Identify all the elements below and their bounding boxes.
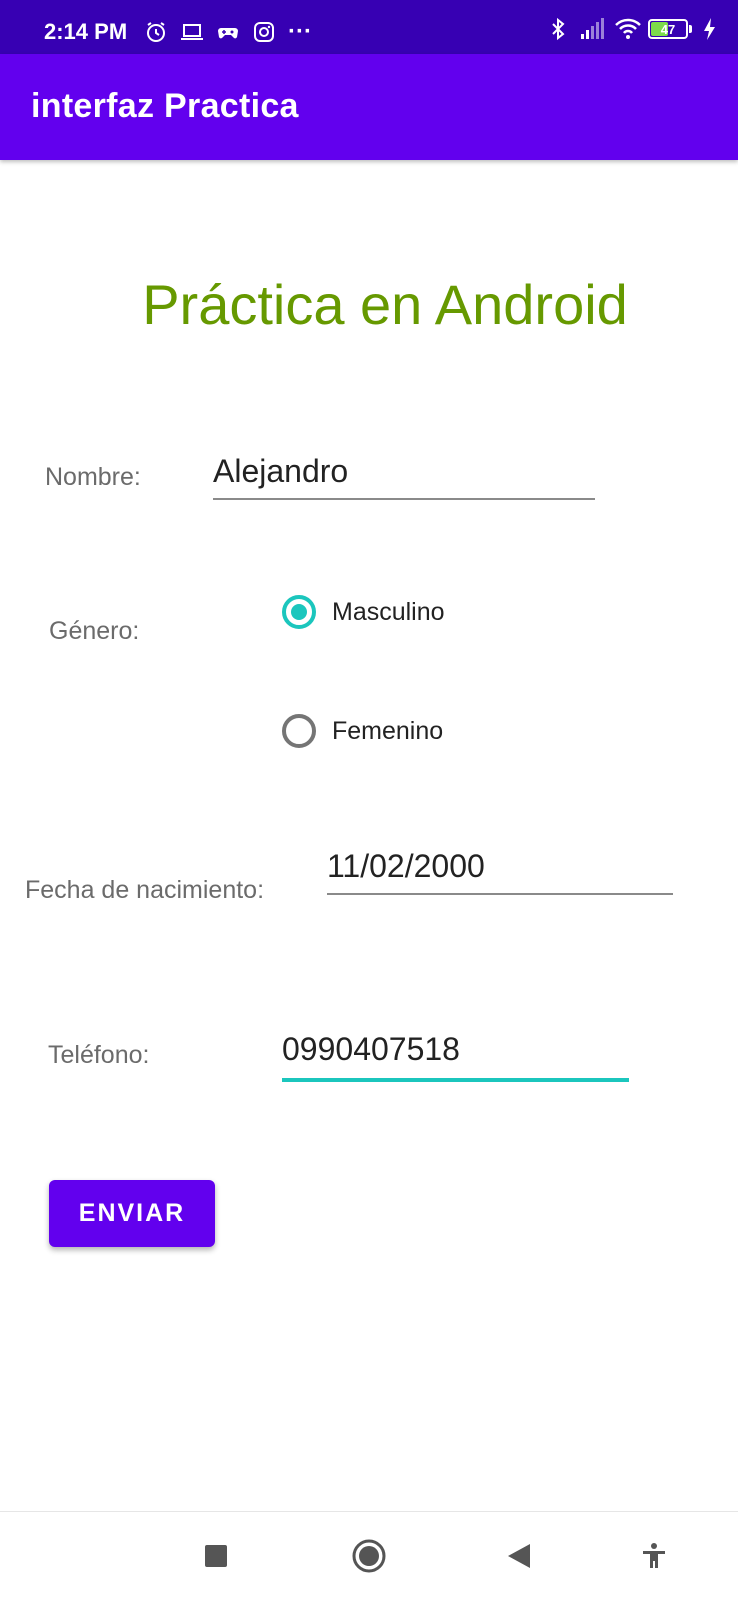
alarm-icon bbox=[144, 20, 168, 44]
notification-icons: ··· bbox=[144, 18, 312, 46]
laptop-icon bbox=[180, 20, 204, 44]
radio-masculino-label: Masculino bbox=[332, 597, 445, 626]
gender-label: Género: bbox=[49, 617, 140, 645]
more-dots-icon: ··· bbox=[288, 18, 312, 45]
battery-body: 47 bbox=[648, 19, 688, 39]
radio-femenino[interactable]: Femenino bbox=[282, 714, 443, 748]
radio-checked-icon bbox=[282, 595, 316, 629]
status-time: 2:14 PM bbox=[44, 19, 128, 44]
wifi-icon bbox=[614, 17, 641, 41]
birthdate-value: 11/02/2000 bbox=[327, 848, 485, 884]
charging-bolt-icon bbox=[702, 17, 716, 41]
home-circle-icon[interactable] bbox=[349, 1536, 389, 1576]
game-controller-icon bbox=[216, 20, 240, 44]
phone-label: Teléfono: bbox=[48, 1041, 150, 1069]
battery-nub bbox=[689, 25, 692, 33]
battery-level: 47 bbox=[660, 21, 676, 37]
send-button[interactable]: ENVIAR bbox=[49, 1180, 215, 1247]
navigation-bar bbox=[0, 1511, 738, 1601]
page-heading: Práctica en Android bbox=[142, 273, 628, 336]
cellular-signal-icon bbox=[580, 17, 604, 41]
instagram-icon bbox=[252, 20, 276, 44]
status-bar: 2:14 PM ··· 47 bbox=[0, 0, 738, 54]
system-status-icons: 47 bbox=[546, 17, 716, 41]
radio-masculino[interactable]: Masculino bbox=[282, 595, 445, 629]
phone-field[interactable]: 0990407518 bbox=[282, 1026, 629, 1082]
recents-square-icon[interactable] bbox=[196, 1536, 236, 1576]
birthdate-label: Fecha de nacimiento: bbox=[25, 876, 265, 904]
battery-icon: 47 bbox=[648, 19, 692, 39]
name-label: Nombre: bbox=[45, 463, 141, 491]
accessibility-icon[interactable] bbox=[634, 1536, 674, 1576]
radio-femenino-label: Femenino bbox=[332, 716, 444, 745]
phone-value: 0990407518 bbox=[282, 1031, 460, 1067]
name-field[interactable]: Alejandro bbox=[213, 452, 595, 500]
birthdate-field[interactable]: 11/02/2000 bbox=[327, 843, 673, 895]
app-title: interfaz Practica bbox=[31, 87, 299, 125]
radio-unchecked-icon bbox=[282, 714, 316, 748]
back-triangle-icon[interactable] bbox=[499, 1536, 539, 1576]
bluetooth-icon bbox=[546, 17, 570, 41]
name-value: Alejandro bbox=[213, 453, 349, 489]
app-bar: interfaz Practica bbox=[0, 54, 738, 160]
